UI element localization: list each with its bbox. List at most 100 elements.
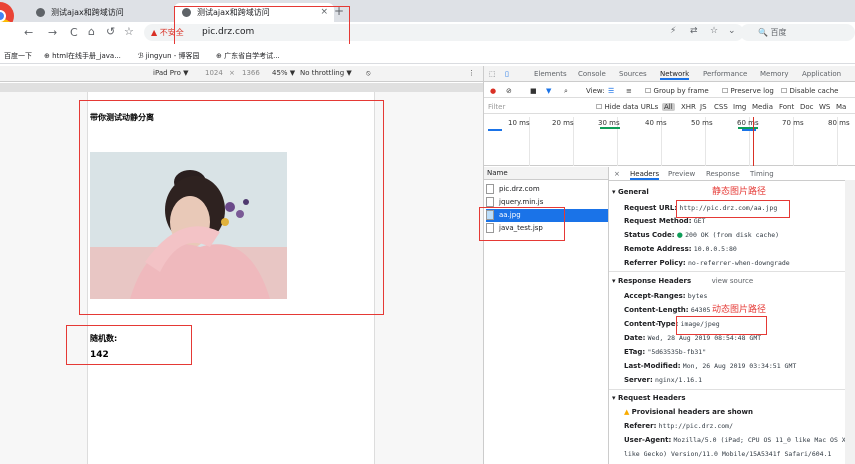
request-row[interactable]: pic.drz.com bbox=[486, 183, 608, 196]
filter-type-all[interactable]: All bbox=[662, 103, 675, 111]
tab-console[interactable]: Console bbox=[578, 70, 606, 78]
filter-type-doc[interactable]: Doc bbox=[800, 103, 814, 111]
tab-elements[interactable]: Elements bbox=[534, 70, 567, 78]
tab-timing[interactable]: Timing bbox=[750, 170, 774, 178]
response-headers-title[interactable]: ▾ Response Headers view source bbox=[612, 277, 753, 285]
back-button[interactable]: ← bbox=[24, 26, 33, 39]
hide-data-urls-checkbox[interactable]: ☐ Hide data URLs bbox=[596, 103, 658, 111]
annotation-box-request-url bbox=[676, 200, 790, 218]
list-view-icon[interactable]: ☰ bbox=[608, 87, 614, 95]
header-label: Request URL: bbox=[624, 204, 678, 212]
panel-divider[interactable] bbox=[608, 167, 609, 464]
reload-button[interactable]: C bbox=[70, 26, 78, 39]
header-value: no-referrer-when-downgrade bbox=[687, 259, 790, 267]
tab-headers[interactable]: Headers bbox=[630, 170, 660, 180]
header-row: Referrer Policy: no-referrer-when-downgr… bbox=[624, 259, 790, 267]
header-label: Date: bbox=[624, 334, 646, 342]
tab-sources[interactable]: Sources bbox=[619, 70, 647, 78]
bookmark-star-icon[interactable]: ☆ bbox=[124, 25, 134, 38]
header-row: Remote Address: 10.0.0.5:80 bbox=[624, 245, 737, 253]
zoom-select[interactable]: 45% ▼ bbox=[272, 69, 295, 77]
browser-tab-1[interactable]: 测试ajax和跨域访问 bbox=[32, 3, 176, 22]
chevron-down-icon[interactable]: ⌄ bbox=[728, 26, 736, 36]
tab-response[interactable]: Response bbox=[706, 170, 740, 178]
load-marker bbox=[753, 117, 754, 166]
header-row: Server: nginx/1.16.1 bbox=[624, 376, 702, 384]
filter-type-ws[interactable]: WS bbox=[819, 103, 830, 111]
header-row: Accept-Ranges: bytes bbox=[624, 292, 707, 300]
camera-icon[interactable]: ■ bbox=[530, 87, 537, 95]
request-headers-title[interactable]: ▾ Request Headers bbox=[612, 394, 686, 402]
divider bbox=[609, 271, 855, 272]
scrollbar[interactable] bbox=[845, 180, 855, 464]
view-source-link[interactable]: view source bbox=[712, 277, 754, 285]
filter-input[interactable]: Filter bbox=[488, 103, 505, 111]
waterfall-view-icon[interactable]: ≡ bbox=[626, 87, 632, 95]
filter-icon[interactable]: ▼ bbox=[546, 87, 551, 95]
tab-network[interactable]: Network bbox=[660, 70, 690, 80]
preserve-log-checkbox[interactable]: ☐ Preserve log bbox=[722, 87, 774, 95]
request-name: jquery.min.js bbox=[499, 198, 544, 206]
script-icon bbox=[486, 197, 494, 207]
device-select[interactable]: iPad Pro ▼ bbox=[153, 69, 189, 77]
divider bbox=[609, 389, 855, 390]
home-button[interactable]: ⌂ bbox=[88, 25, 95, 38]
header-label: User-Agent: bbox=[624, 436, 672, 444]
filter-type-css[interactable]: CSS bbox=[714, 103, 728, 111]
close-detail-icon[interactable]: × bbox=[614, 170, 620, 178]
tab-performance[interactable]: Performance bbox=[703, 70, 747, 78]
bookmark-item[interactable]: 百度一下 bbox=[4, 51, 32, 61]
bookmark-star-icon[interactable]: ☆ bbox=[710, 26, 718, 36]
header-label: Accept-Ranges: bbox=[624, 292, 686, 300]
tab-application[interactable]: Application bbox=[802, 70, 841, 78]
search-engine-label: 🔍 百度 bbox=[758, 28, 787, 37]
filter-type-font[interactable]: Font bbox=[779, 103, 794, 111]
more-options-icon[interactable]: ⋮ bbox=[468, 69, 475, 77]
header-label: Remote Address: bbox=[624, 245, 692, 253]
warning-row: ▲ Provisional headers are shown bbox=[624, 408, 753, 416]
tab-preview[interactable]: Preview bbox=[668, 170, 695, 178]
timeline-tick: 80 ms bbox=[828, 119, 850, 127]
record-icon[interactable]: ● bbox=[490, 87, 496, 95]
header-value: Mozilla/5.0 (iPad; CPU OS 11_0 like Mac … bbox=[673, 436, 846, 444]
disable-cache-checkbox[interactable]: ☐ Disable cache bbox=[781, 87, 838, 95]
device-width-input[interactable]: 1024 bbox=[205, 69, 223, 77]
bookmark-item[interactable]: ⊕ html在线手册_java... bbox=[44, 51, 121, 61]
filter-type-media[interactable]: Media bbox=[752, 103, 773, 111]
timeline-tick: 70 ms bbox=[782, 119, 804, 127]
header-label: Content-Type: bbox=[624, 320, 679, 328]
rotate-icon[interactable]: ⦸ bbox=[366, 69, 371, 78]
filter-type-manifest[interactable]: Ma bbox=[836, 103, 846, 111]
translate-icon[interactable]: ⇄ bbox=[690, 26, 698, 36]
clear-icon[interactable]: ⊘ bbox=[506, 87, 512, 95]
media-query-ruler bbox=[0, 83, 483, 92]
filter-type-js[interactable]: JS bbox=[700, 103, 707, 111]
bookmark-item[interactable]: ℬ jingyun - 博客园 bbox=[138, 51, 200, 61]
hide-data-label: Hide data URLs bbox=[604, 103, 659, 111]
lightning-icon[interactable]: ⚡ bbox=[670, 26, 676, 36]
tab-memory[interactable]: Memory bbox=[760, 70, 788, 78]
request-name: pic.drz.com bbox=[499, 185, 540, 193]
filter-type-img[interactable]: Img bbox=[733, 103, 746, 111]
general-section-title[interactable]: ▾ General bbox=[612, 188, 649, 196]
search-icon[interactable]: ⌕ bbox=[564, 87, 568, 96]
timeline-tick: 30 ms bbox=[598, 119, 620, 127]
forward-button[interactable]: → bbox=[48, 26, 57, 39]
header-row: Status Code: ● 200 OK (from disk cache) bbox=[624, 231, 779, 239]
undo-button[interactable]: ↺ bbox=[106, 25, 115, 38]
timeline-bar bbox=[488, 129, 502, 131]
filter-type-xhr[interactable]: XHR bbox=[681, 103, 696, 111]
bookmark-item[interactable]: ⊕ 广东省自学考试... bbox=[216, 51, 280, 61]
timeline-tick: 20 ms bbox=[552, 119, 574, 127]
annotation-box-requests bbox=[479, 207, 565, 241]
device-toggle-icon[interactable]: ▯ bbox=[505, 70, 509, 78]
disable-cache-label: Disable cache bbox=[789, 87, 839, 95]
request-list-header: Name bbox=[484, 167, 608, 180]
inspect-icon[interactable]: ⬚ bbox=[489, 70, 496, 78]
header-value: "5d63535b-fb31" bbox=[647, 348, 707, 356]
name-column-header[interactable]: Name bbox=[487, 169, 508, 177]
device-height-input[interactable]: 1366 bbox=[242, 69, 260, 77]
header-row: Request Method: GET bbox=[624, 217, 705, 225]
group-by-frame-checkbox[interactable]: ☐ Group by frame bbox=[645, 87, 709, 95]
throttle-select[interactable]: No throttling ▼ bbox=[300, 69, 352, 77]
